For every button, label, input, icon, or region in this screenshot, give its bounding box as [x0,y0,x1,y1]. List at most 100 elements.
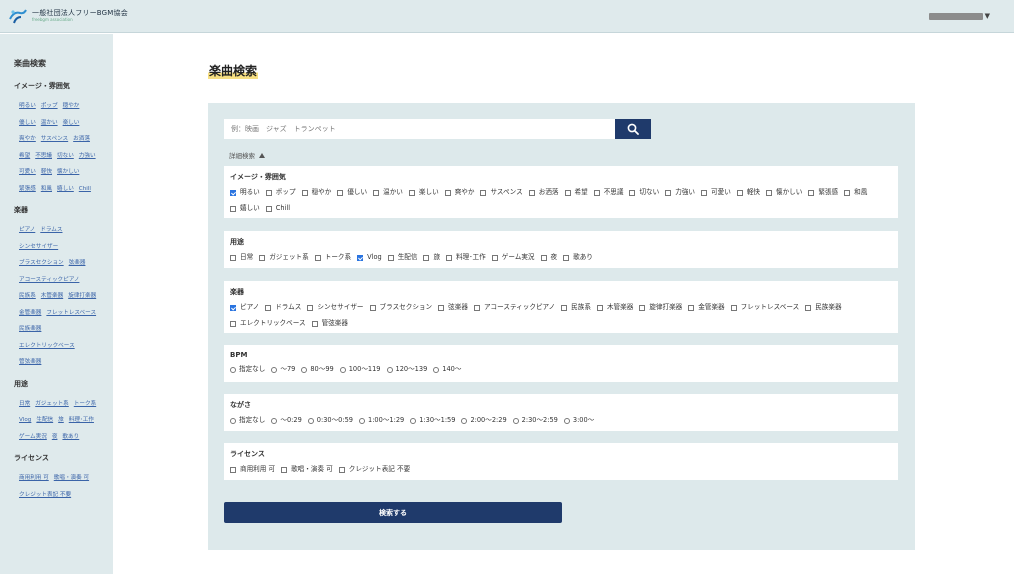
sidebar-link[interactable]: 穏やか [63,101,80,113]
sidebar-link[interactable]: 金管楽器 [19,308,41,320]
checkbox[interactable] [230,466,236,473]
radio-button[interactable] [461,417,468,424]
checkbox-option[interactable]: 歌唱・演奏 可 [281,465,333,474]
sidebar-link[interactable]: 生配信 [36,415,53,427]
checkbox[interactable] [473,304,480,311]
checkbox-option[interactable]: 旋律打楽器 [639,303,682,312]
sidebar-link[interactable]: 旅 [58,415,64,427]
sidebar-link[interactable]: 歌唱・演奏 可 [54,473,89,485]
radio-button[interactable] [271,417,278,424]
checkbox[interactable] [369,304,376,311]
checkbox[interactable] [230,304,236,311]
radio-option[interactable]: 2:30〜2:59 [512,416,558,425]
sidebar-link[interactable]: 旋律打楽器 [68,291,96,303]
radio-button[interactable] [230,366,236,373]
checkbox-option[interactable]: 希望 [564,188,588,197]
checkbox[interactable] [563,254,570,261]
checkbox-option[interactable]: 民族楽器 [805,303,842,312]
checkbox-option[interactable]: ドラムス [265,303,301,312]
sidebar-link[interactable]: 力強い [79,151,96,163]
sidebar-link[interactable]: お洒落 [73,134,90,146]
checkbox[interactable] [265,304,272,311]
checkbox[interactable] [844,189,851,196]
sidebar-link[interactable]: 夜 [52,432,58,444]
checkbox-option[interactable]: ポップ [265,188,296,197]
checkbox[interactable] [805,304,812,311]
checkbox-option[interactable]: 歌あり [563,253,593,262]
checkbox[interactable] [701,189,708,196]
checkbox-option[interactable]: 夜 [540,253,557,262]
checkbox[interactable] [373,189,380,196]
checkbox-option[interactable]: 木管楽器 [596,303,633,312]
checkbox-option[interactable]: 温かい [373,188,403,197]
checkbox[interactable] [387,254,394,261]
sidebar-link[interactable]: 軽快 [41,167,52,179]
radio-option[interactable]: 100〜119 [339,365,381,374]
radio-option[interactable]: 〜0:29 [271,416,302,425]
radio-option[interactable]: 1:00〜1:29 [359,416,404,425]
sidebar-link[interactable]: 可愛い [19,167,36,179]
checkbox[interactable] [808,189,815,196]
sidebar-link[interactable]: 弦楽器 [69,258,86,270]
checkbox-option[interactable]: 明るい [230,188,260,197]
checkbox[interactable] [408,189,415,196]
radio-button[interactable] [271,366,278,373]
checkbox-option[interactable]: 懐かしい [766,188,802,197]
sidebar-link[interactable]: エレクトリックベース [19,341,75,353]
radio-option[interactable]: 2:00〜2:29 [461,416,507,425]
checkbox[interactable] [423,254,430,261]
checkbox-option[interactable]: ゲーム実況 [491,253,535,262]
sidebar-link[interactable]: トーク系 [74,399,96,411]
radio-button[interactable] [307,417,314,424]
checkbox-option[interactable]: 爽やか [444,188,474,197]
user-menu[interactable]: ▼ [928,12,990,20]
checkbox-option[interactable]: 緊張感 [808,188,838,197]
checkbox[interactable] [561,304,568,311]
checkbox[interactable] [357,254,364,261]
checkbox-option[interactable]: 切ない [629,188,659,197]
sidebar-link[interactable]: サスペンス [41,134,68,146]
checkbox[interactable] [480,189,487,196]
checkbox-option[interactable]: 日常 [230,253,253,262]
sidebar-link[interactable]: シンセサイザー [19,242,58,254]
sidebar-link[interactable]: アコースティックピアノ [19,275,79,287]
checkbox[interactable] [438,304,445,311]
checkbox-option[interactable]: Vlog [357,253,382,262]
checkbox-option[interactable]: 楽しい [408,188,439,197]
checkbox-option[interactable]: お洒落 [528,188,559,197]
checkbox-option[interactable]: 商用利用 可 [230,465,275,474]
checkbox-option[interactable]: 不思議 [593,188,623,197]
sidebar-link[interactable]: 嬉しい [57,184,74,196]
sidebar-link[interactable]: 民族楽器 [19,324,41,336]
sidebar-link[interactable]: 料理･工作 [69,415,94,427]
checkbox[interactable] [629,189,636,196]
checkbox-option[interactable]: 軽快 [736,188,760,197]
radio-option[interactable]: 80〜99 [301,365,334,374]
checkbox-option[interactable]: ブラスセクション [369,303,432,312]
sidebar-link[interactable]: フレットレスベース [46,308,96,320]
checkbox-option[interactable]: エレクトリックベース [230,319,306,328]
checkbox-option[interactable]: サスペンス [480,188,523,197]
sidebar-link[interactable]: 日常 [19,399,30,411]
checkbox[interactable] [230,320,236,327]
checkbox-option[interactable]: 旅 [423,253,440,262]
checkbox-option[interactable]: 穏やか [301,188,331,197]
radio-button[interactable] [433,366,440,373]
sidebar-link[interactable]: 管弦楽器 [19,357,41,369]
checkbox-option[interactable]: 管弦楽器 [311,319,348,328]
radio-option[interactable]: 0:30〜0:59 [307,416,353,425]
checkbox-option[interactable]: フレットレスベース [730,303,799,312]
sidebar-link[interactable]: 民族系 [19,291,36,303]
checkbox[interactable] [314,254,321,261]
checkbox[interactable] [230,189,236,196]
radio-button[interactable] [339,366,346,373]
checkbox[interactable] [230,254,236,261]
submit-search-button[interactable]: 検索する [224,502,562,523]
checkbox-option[interactable]: アコースティックピアノ [473,303,555,312]
checkbox[interactable] [730,304,737,311]
checkbox[interactable] [307,304,314,311]
checkbox[interactable] [540,254,547,261]
checkbox[interactable] [736,189,743,196]
checkbox-option[interactable]: ピアノ [230,303,259,312]
checkbox-option[interactable]: トーク系 [314,253,351,262]
